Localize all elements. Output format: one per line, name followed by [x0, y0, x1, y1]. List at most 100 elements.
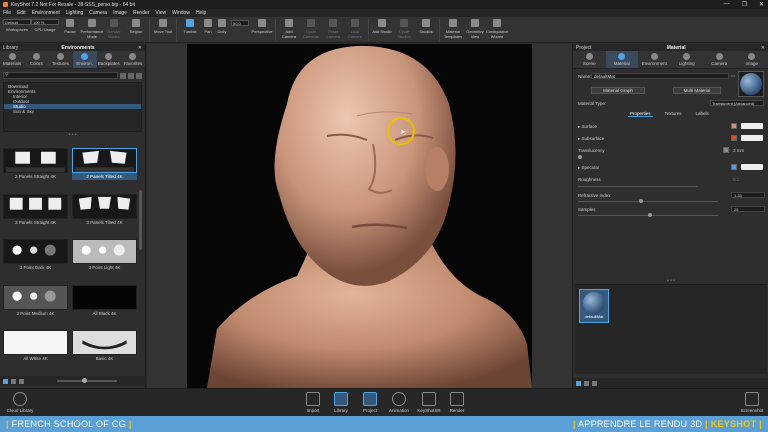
menu-view[interactable]: View [155, 10, 166, 16]
perspective-button[interactable]: Perspective [251, 19, 273, 34]
dolly-button[interactable]: Dolly [215, 19, 229, 34]
panel-close-icon[interactable]: ✕ [761, 45, 765, 51]
configurator-wizard-button[interactable]: Configurator Wizard [486, 19, 508, 39]
thumb-3-point-light[interactable]: 3 Point Light 4K [72, 239, 137, 283]
add-studio-button[interactable]: Add Studio [371, 19, 393, 34]
thumbnails-scrollbar[interactable] [139, 190, 142, 250]
splitter-handle[interactable]: • • • [0, 133, 145, 139]
refractive-index-slider[interactable] [578, 201, 718, 202]
samples-knob[interactable] [648, 213, 652, 217]
thumb-2-panels-straight[interactable]: 2 Panels Straight 4K [3, 148, 68, 192]
thumb-all-black[interactable]: All Black 4K [72, 284, 137, 329]
grid-view-icon[interactable] [576, 380, 581, 386]
multi-material-button[interactable]: Multi Material [673, 87, 721, 94]
cycle-cameras-button[interactable]: Cycle Cameras [300, 19, 322, 39]
thumb-all-white[interactable]: All White 4K [3, 330, 68, 374]
refractive-index-input[interactable]: 1.33 [731, 192, 765, 198]
add-folder-icon[interactable] [136, 72, 142, 79]
roughness-slider[interactable] [578, 186, 698, 187]
add-camera-button[interactable]: Add Camera [278, 19, 300, 39]
surface-texture-slot[interactable] [741, 123, 763, 129]
lock-camera-button[interactable]: Lock Camera [344, 19, 366, 39]
menu-render[interactable]: Render [133, 10, 149, 16]
pause-button[interactable]: Pause [59, 19, 81, 34]
tree-item-sun-sky[interactable]: Sun & Sky [4, 109, 141, 114]
tab-materials[interactable]: Materials [0, 51, 24, 68]
tab-environment[interactable]: Environment [638, 51, 671, 68]
menu-environment[interactable]: Environment [32, 10, 60, 16]
reset-camera-button[interactable]: Reset Camera [322, 19, 344, 39]
list-view-icon[interactable] [584, 380, 589, 386]
region-button[interactable]: Region [125, 19, 147, 34]
surface-color-swatch[interactable] [731, 123, 737, 129]
cpu-select[interactable]: 100 % [31, 19, 59, 25]
tab-scene[interactable]: Scene [573, 51, 606, 68]
material-graph-button[interactable]: Material Graph [591, 87, 645, 94]
specular-color-swatch[interactable] [731, 164, 737, 170]
cloud-library-button[interactable]: Cloud Library [5, 392, 35, 413]
translucency-link-icon[interactable] [723, 147, 729, 153]
subtab-properties[interactable]: Properties [628, 111, 653, 117]
thumb-3-point-dark[interactable]: 3 Point Dark 4K [3, 239, 68, 283]
library-search-input[interactable]: ⚲ [3, 72, 118, 79]
animation-button[interactable]: Animation [388, 392, 410, 413]
screenshot-button[interactable]: Screenshot [738, 392, 766, 413]
thumb-basic[interactable]: Basic 4K [72, 330, 137, 374]
render-viewport[interactable]: ➤ [147, 44, 572, 388]
detail-view-icon[interactable] [592, 380, 597, 386]
roughness-value[interactable]: 0.1 [733, 177, 739, 182]
refractive-index-knob[interactable] [639, 199, 643, 203]
import-button[interactable]: Import [302, 392, 324, 413]
menu-lighting[interactable]: Lighting [66, 10, 84, 16]
realtime-render[interactable]: ➤ [187, 44, 532, 388]
menu-file[interactable]: File [3, 10, 11, 16]
geometry-view-button[interactable]: Geometry View [464, 19, 486, 39]
detail-view-icon[interactable] [19, 378, 24, 384]
translucency-value[interactable]: 3 mm [733, 148, 744, 153]
move-tool-button[interactable]: Move Tool [152, 19, 174, 34]
render-nodes-button[interactable]: Render Nodes [103, 19, 125, 39]
menu-image[interactable]: Image [113, 10, 127, 16]
samples-input[interactable]: 25 [731, 206, 765, 212]
panel-close-icon[interactable]: ✕ [138, 45, 142, 51]
close-button[interactable]: ✕ [759, 1, 764, 8]
workspace-select[interactable]: Default [3, 19, 31, 25]
tab-material[interactable]: Material [605, 51, 638, 68]
performance-mode-button[interactable]: Performance Mode [81, 19, 103, 39]
translucency-slider-knob[interactable] [578, 155, 582, 159]
tab-environments[interactable]: Environ. [72, 51, 97, 68]
maximize-button[interactable]: ❐ [742, 1, 747, 8]
material-type-select[interactable]: Translucent (Advanced) [710, 100, 764, 106]
studios-button[interactable]: Studios [415, 19, 437, 34]
menu-edit[interactable]: Edit [17, 10, 26, 16]
specular-texture-slot[interactable] [741, 164, 763, 170]
grid-view-icon[interactable] [3, 378, 8, 384]
tab-image[interactable]: Image [736, 51, 768, 68]
keyshotxr-button[interactable]: KeyShotXR [416, 392, 442, 413]
subsurface-texture-slot[interactable] [741, 135, 763, 141]
thumb-2-panels-tilted[interactable]: 2 Panels Tilted 4K [72, 148, 137, 192]
thumb-3-panels-tilted[interactable]: 3 Panels Tilted 4K [72, 193, 137, 238]
subtab-textures[interactable]: Textures [663, 111, 684, 117]
cycle-studios-button[interactable]: Cycle Studios [393, 19, 415, 39]
tab-colors[interactable]: Colors [24, 51, 48, 68]
thumb-3-panels-straight[interactable]: 3 Panels Straight 4K [3, 193, 68, 238]
thumbnail-size-slider[interactable] [57, 378, 117, 383]
material-templates-button[interactable]: Material Templates [442, 19, 464, 39]
list-view-icon[interactable] [11, 378, 16, 384]
pan-button[interactable]: Pan [201, 19, 215, 34]
tab-camera[interactable]: Camera [703, 51, 736, 68]
fov-input[interactable]: 50.0 [231, 20, 249, 26]
thumb-3-point-medium[interactable]: 3 Point Medium 4K [3, 284, 68, 329]
project-button[interactable]: Project [359, 392, 381, 413]
subsurface-color-swatch[interactable] [731, 135, 737, 141]
save-material-icon[interactable]: ▭ [731, 73, 735, 79]
material-name-input[interactable]: defaultMat [591, 73, 729, 79]
tumble-button[interactable]: Tumble [179, 19, 201, 34]
render-button[interactable]: Render [446, 392, 468, 413]
material-thumb-defaultmat[interactable]: defaultMat [579, 289, 609, 323]
tab-textures[interactable]: Textures [48, 51, 72, 68]
menu-help[interactable]: Help [196, 10, 206, 16]
grid-view-icon[interactable] [120, 72, 126, 79]
tab-backplates[interactable]: Backplates [97, 51, 121, 68]
